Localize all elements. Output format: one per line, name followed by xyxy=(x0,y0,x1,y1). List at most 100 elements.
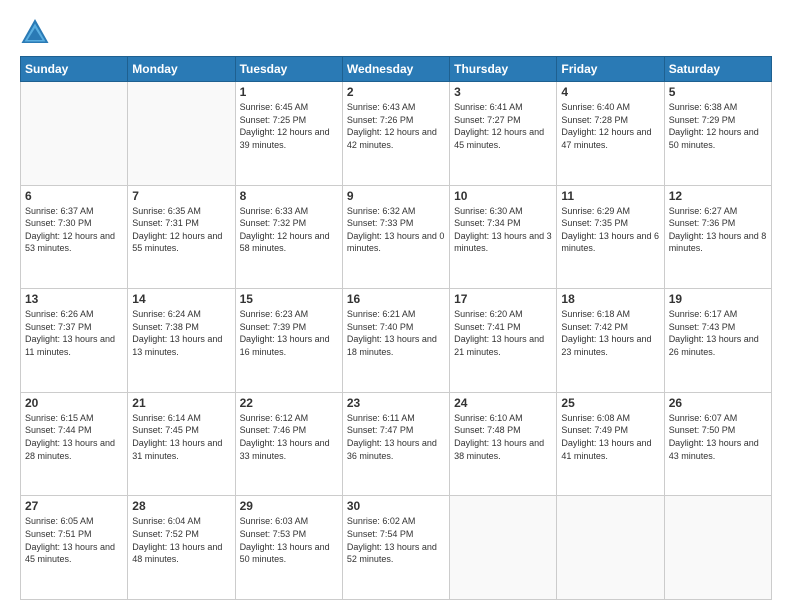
page: Sunday Monday Tuesday Wednesday Thursday… xyxy=(0,0,792,612)
calendar-cell: 18Sunrise: 6:18 AM Sunset: 7:42 PM Dayli… xyxy=(557,289,664,393)
calendar-cell: 10 Sunrise: 6:30 AM Sunset: 7:34 PM Dayli… xyxy=(450,185,557,289)
day-number: 19 xyxy=(669,292,767,306)
day-info: Sunrise: 6:15 AM Sunset: 7:44 PM Dayligh… xyxy=(25,412,123,462)
calendar-header-row: Sunday Monday Tuesday Wednesday Thursday… xyxy=(21,57,772,82)
day-info: Sunrise: 6:04 AM Sunset: 7:52 PM Dayligh… xyxy=(132,515,230,565)
col-wednesday: Wednesday xyxy=(342,57,449,82)
logo xyxy=(20,16,54,46)
day-info: Sunrise: 6:41 AM Sunset: 7:27 PM Dayligh… xyxy=(454,101,552,151)
day-info: Sunrise: 6:29 AM Sunset: 7:35 PM Dayligh… xyxy=(561,205,659,255)
calendar-week-row: 1Sunrise: 6:45 AM Sunset: 7:25 PM Daylig… xyxy=(21,82,772,186)
calendar-cell: 7 Sunrise: 6:35 AM Sunset: 7:31 PM Daylig… xyxy=(128,185,235,289)
calendar-cell: 3 Sunrise: 6:41 AM Sunset: 7:27 PM Daylig… xyxy=(450,82,557,186)
day-number: 21 xyxy=(132,396,230,410)
header xyxy=(20,16,772,46)
day-info: Sunrise: 6:26 AM Sunset: 7:37 PM Dayligh… xyxy=(25,308,123,358)
day-number: 24 xyxy=(454,396,552,410)
day-info: Sunrise: 6:07 AM Sunset: 7:50 PM Dayligh… xyxy=(669,412,767,462)
calendar-cell xyxy=(557,496,664,600)
calendar-week-row: 20 Sunrise: 6:15 AM Sunset: 7:44 PM Dayli… xyxy=(21,392,772,496)
day-info: Sunrise: 6:03 AM Sunset: 7:53 PM Dayligh… xyxy=(240,515,338,565)
calendar-cell: 17Sunrise: 6:20 AM Sunset: 7:41 PM Dayli… xyxy=(450,289,557,393)
calendar-cell xyxy=(128,82,235,186)
day-info: Sunrise: 6:38 AM Sunset: 7:29 PM Dayligh… xyxy=(669,101,767,151)
day-info: Sunrise: 6:10 AM Sunset: 7:48 PM Dayligh… xyxy=(454,412,552,462)
calendar-cell: 22Sunrise: 6:12 AM Sunset: 7:46 PM Dayli… xyxy=(235,392,342,496)
day-number: 20 xyxy=(25,396,123,410)
calendar-week-row: 27 Sunrise: 6:05 AM Sunset: 7:51 PM Dayli… xyxy=(21,496,772,600)
day-info: Sunrise: 6:33 AM Sunset: 7:32 PM Dayligh… xyxy=(240,205,338,255)
day-info: Sunrise: 6:27 AM Sunset: 7:36 PM Dayligh… xyxy=(669,205,767,255)
calendar-cell: 29 Sunrise: 6:03 AM Sunset: 7:53 PM Dayli… xyxy=(235,496,342,600)
calendar-cell: 15 Sunrise: 6:23 AM Sunset: 7:39 PM Dayli… xyxy=(235,289,342,393)
day-number: 30 xyxy=(347,499,445,513)
calendar-cell: 9Sunrise: 6:32 AM Sunset: 7:33 PM Daylig… xyxy=(342,185,449,289)
day-info: Sunrise: 6:20 AM Sunset: 7:41 PM Dayligh… xyxy=(454,308,552,358)
day-info: Sunrise: 6:35 AM Sunset: 7:31 PM Dayligh… xyxy=(132,205,230,255)
calendar-cell xyxy=(664,496,771,600)
calendar-cell: 4 Sunrise: 6:40 AM Sunset: 7:28 PM Daylig… xyxy=(557,82,664,186)
day-number: 5 xyxy=(669,85,767,99)
calendar-cell: 26 Sunrise: 6:07 AM Sunset: 7:50 PM Dayli… xyxy=(664,392,771,496)
day-number: 7 xyxy=(132,189,230,203)
calendar-cell: 25 Sunrise: 6:08 AM Sunset: 7:49 PM Dayli… xyxy=(557,392,664,496)
calendar-cell: 11Sunrise: 6:29 AM Sunset: 7:35 PM Dayli… xyxy=(557,185,664,289)
day-number: 1 xyxy=(240,85,338,99)
day-number: 28 xyxy=(132,499,230,513)
calendar-cell: 27 Sunrise: 6:05 AM Sunset: 7:51 PM Dayli… xyxy=(21,496,128,600)
day-info: Sunrise: 6:24 AM Sunset: 7:38 PM Dayligh… xyxy=(132,308,230,358)
day-number: 4 xyxy=(561,85,659,99)
logo-icon xyxy=(20,16,50,46)
day-number: 6 xyxy=(25,189,123,203)
calendar-cell: 2 Sunrise: 6:43 AM Sunset: 7:26 PM Daylig… xyxy=(342,82,449,186)
day-info: Sunrise: 6:30 AM Sunset: 7:34 PM Dayligh… xyxy=(454,205,552,255)
day-number: 12 xyxy=(669,189,767,203)
day-number: 23 xyxy=(347,396,445,410)
calendar-cell: 23 Sunrise: 6:11 AM Sunset: 7:47 PM Dayli… xyxy=(342,392,449,496)
col-tuesday: Tuesday xyxy=(235,57,342,82)
calendar-table: Sunday Monday Tuesday Wednesday Thursday… xyxy=(20,56,772,600)
day-number: 29 xyxy=(240,499,338,513)
day-info: Sunrise: 6:18 AM Sunset: 7:42 PM Dayligh… xyxy=(561,308,659,358)
calendar-cell: 20 Sunrise: 6:15 AM Sunset: 7:44 PM Dayli… xyxy=(21,392,128,496)
calendar-cell: 14 Sunrise: 6:24 AM Sunset: 7:38 PM Dayli… xyxy=(128,289,235,393)
day-info: Sunrise: 6:11 AM Sunset: 7:47 PM Dayligh… xyxy=(347,412,445,462)
calendar-cell: 19 Sunrise: 6:17 AM Sunset: 7:43 PM Dayli… xyxy=(664,289,771,393)
day-number: 27 xyxy=(25,499,123,513)
calendar-cell: 13 Sunrise: 6:26 AM Sunset: 7:37 PM Dayli… xyxy=(21,289,128,393)
calendar-cell xyxy=(21,82,128,186)
col-monday: Monday xyxy=(128,57,235,82)
day-info: Sunrise: 6:14 AM Sunset: 7:45 PM Dayligh… xyxy=(132,412,230,462)
calendar-cell: 6 Sunrise: 6:37 AM Sunset: 7:30 PM Daylig… xyxy=(21,185,128,289)
day-info: Sunrise: 6:40 AM Sunset: 7:28 PM Dayligh… xyxy=(561,101,659,151)
col-saturday: Saturday xyxy=(664,57,771,82)
day-info: Sunrise: 6:02 AM Sunset: 7:54 PM Dayligh… xyxy=(347,515,445,565)
day-number: 10 xyxy=(454,189,552,203)
day-info: Sunrise: 6:05 AM Sunset: 7:51 PM Dayligh… xyxy=(25,515,123,565)
day-info: Sunrise: 6:23 AM Sunset: 7:39 PM Dayligh… xyxy=(240,308,338,358)
day-number: 25 xyxy=(561,396,659,410)
day-info: Sunrise: 6:43 AM Sunset: 7:26 PM Dayligh… xyxy=(347,101,445,151)
day-number: 2 xyxy=(347,85,445,99)
day-info: Sunrise: 6:12 AM Sunset: 7:46 PM Dayligh… xyxy=(240,412,338,462)
day-number: 3 xyxy=(454,85,552,99)
day-info: Sunrise: 6:32 AM Sunset: 7:33 PM Dayligh… xyxy=(347,205,445,255)
col-friday: Friday xyxy=(557,57,664,82)
calendar-cell: 21 Sunrise: 6:14 AM Sunset: 7:45 PM Dayli… xyxy=(128,392,235,496)
day-info: Sunrise: 6:17 AM Sunset: 7:43 PM Dayligh… xyxy=(669,308,767,358)
day-info: Sunrise: 6:37 AM Sunset: 7:30 PM Dayligh… xyxy=(25,205,123,255)
day-info: Sunrise: 6:08 AM Sunset: 7:49 PM Dayligh… xyxy=(561,412,659,462)
day-number: 16 xyxy=(347,292,445,306)
day-number: 8 xyxy=(240,189,338,203)
col-thursday: Thursday xyxy=(450,57,557,82)
day-number: 14 xyxy=(132,292,230,306)
calendar-cell: 24 Sunrise: 6:10 AM Sunset: 7:48 PM Dayli… xyxy=(450,392,557,496)
calendar-cell xyxy=(450,496,557,600)
calendar-cell: 8 Sunrise: 6:33 AM Sunset: 7:32 PM Daylig… xyxy=(235,185,342,289)
day-number: 13 xyxy=(25,292,123,306)
calendar-cell: 5 Sunrise: 6:38 AM Sunset: 7:29 PM Daylig… xyxy=(664,82,771,186)
calendar-cell: 28 Sunrise: 6:04 AM Sunset: 7:52 PM Dayli… xyxy=(128,496,235,600)
day-number: 26 xyxy=(669,396,767,410)
day-number: 15 xyxy=(240,292,338,306)
calendar-cell: 12 Sunrise: 6:27 AM Sunset: 7:36 PM Dayli… xyxy=(664,185,771,289)
